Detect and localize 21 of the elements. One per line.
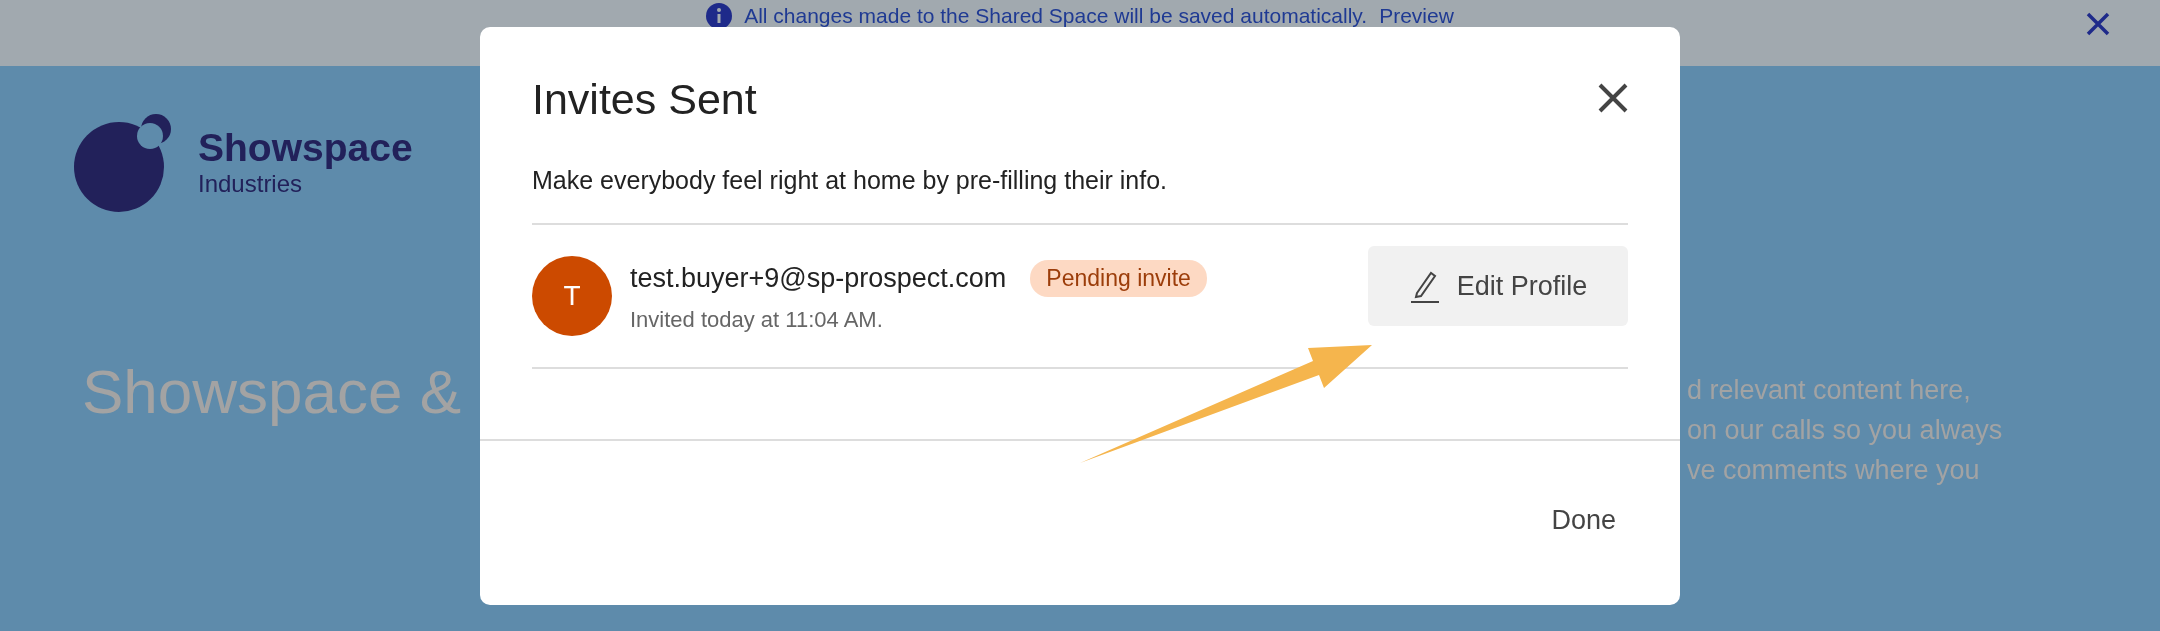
preview-link[interactable]: Preview [1379, 4, 1454, 28]
invite-time: Invited today at 11:04 AM. [630, 306, 884, 333]
dialog-title: Invites Sent [532, 75, 757, 124]
close-icon[interactable] [2086, 12, 2110, 36]
avatar: T [532, 256, 612, 336]
page-heading: Showspace & [82, 356, 462, 427]
logo-icon [72, 112, 172, 212]
paragraph-text: d relevant content here, [1687, 374, 1972, 407]
banner-message: All changes made to the Shared Space will be saved automatically. [744, 4, 1368, 28]
paragraph-text: ve comments where you [1687, 454, 1981, 487]
status-badge: Pending invite [1030, 259, 1207, 297]
invite-email: test.buyer+9@sp-prospect.com [630, 262, 1007, 294]
dialog-description: Make everybody feel right at home by pre-filling their info. [532, 166, 1628, 225]
close-icon[interactable] [1598, 82, 1628, 113]
edit-profile-button[interactable]: Edit Profile [1368, 246, 1628, 326]
info-icon [706, 3, 733, 29]
brand-tagline: Industries [198, 170, 304, 198]
paragraph-text: on our calls so you always [1687, 414, 2004, 447]
brand-name: Showspace [198, 126, 413, 170]
pencil-icon [1408, 269, 1441, 303]
done-button[interactable]: Done [1545, 501, 1622, 540]
